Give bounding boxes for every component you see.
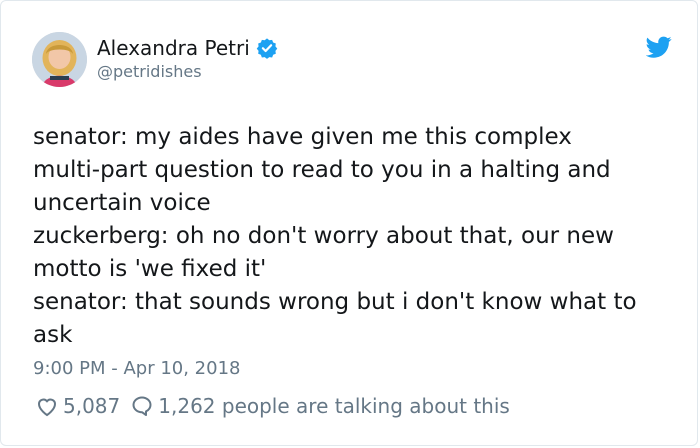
tweet-timestamp[interactable]: 9:00 PM - Apr 10, 2018 [33, 357, 240, 381]
verified-badge-icon [256, 38, 278, 59]
tweet-header: Alexandra Petri @petridishes [32, 32, 672, 88]
tweet-text: senator: my aides have given me this com… [33, 121, 673, 352]
name-row: Alexandra Petri [97, 35, 278, 61]
tweet-line: uncertain voice [33, 190, 211, 216]
tweet-line: senator: that sounds wrong but i don't k… [33, 289, 637, 315]
author-handle[interactable]: @petridishes [97, 62, 202, 82]
heart-icon[interactable] [35, 394, 59, 418]
comment-icon[interactable] [130, 394, 154, 418]
tweet-line: senator: my aides have given me this com… [33, 124, 572, 150]
tweet-line: ask [33, 322, 73, 348]
tweet-line: multi-part question to read to you in a … [33, 157, 611, 183]
author-name[interactable]: Alexandra Petri [97, 35, 250, 61]
tweet-line: zuckerberg: oh no don't worry about that… [33, 223, 614, 249]
twitter-bird-icon[interactable] [646, 34, 672, 60]
like-count[interactable]: 5,087 [63, 392, 120, 420]
tweet-card: Alexandra Petri @petridishes senator: my… [0, 0, 698, 446]
conversation-text[interactable]: 1,262 people are talking about this [158, 392, 510, 420]
tweet-line: motto is 'we fixed it' [33, 256, 267, 282]
profile-photo-icon [32, 32, 87, 87]
engagement-bar: 5,087 1,262 people are talking about thi… [35, 392, 510, 420]
avatar[interactable] [32, 32, 87, 87]
